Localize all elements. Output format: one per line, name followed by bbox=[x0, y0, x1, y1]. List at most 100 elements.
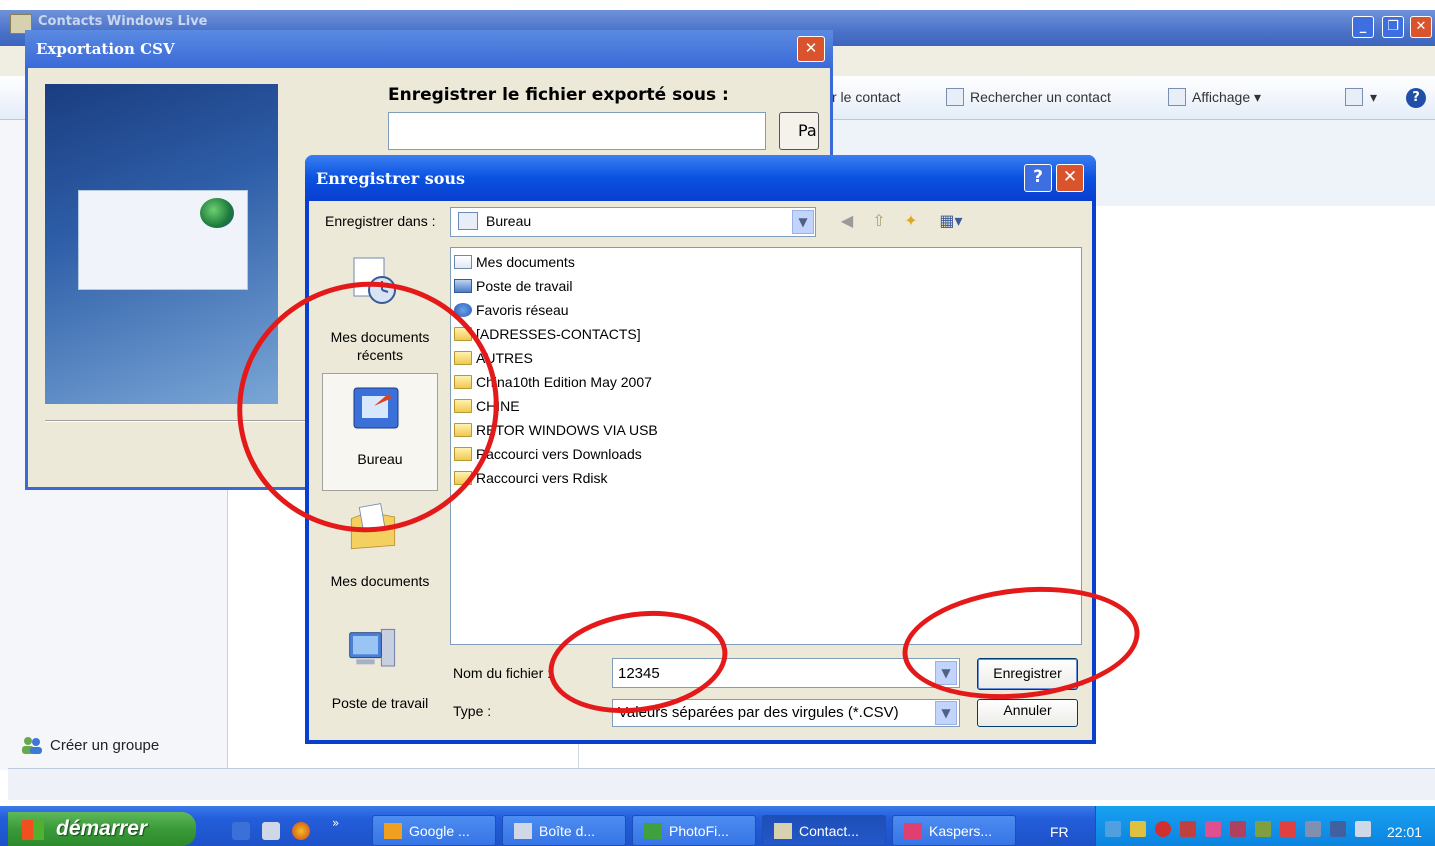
recent-documents-icon[interactable] bbox=[350, 256, 400, 306]
filename-label: Nom du fichier : bbox=[453, 665, 552, 681]
folder-icon bbox=[454, 423, 472, 437]
place-my-computer-label[interactable]: Poste de travail bbox=[322, 694, 438, 712]
folder-icon bbox=[454, 351, 472, 365]
mail-quicklaunch-icon[interactable] bbox=[262, 822, 280, 840]
chevron-down-icon[interactable]: ▼ bbox=[935, 701, 957, 725]
export-path-input[interactable] bbox=[388, 112, 766, 150]
file-list-item[interactable]: Favoris réseau bbox=[454, 298, 569, 322]
view-menu-button[interactable]: Affichage ▾ bbox=[1192, 89, 1261, 106]
view-icon bbox=[1168, 88, 1186, 106]
create-group-link[interactable]: Créer un groupe bbox=[50, 737, 159, 754]
new-folder-icon[interactable]: ✦ bbox=[900, 210, 922, 232]
save-dialog-title: Enregistrer sous bbox=[316, 169, 466, 188]
options-dropdown[interactable]: ▾ bbox=[1370, 89, 1377, 106]
speaker-tray-icon[interactable] bbox=[1130, 821, 1146, 837]
edit-contact-button[interactable]: r le contact bbox=[832, 89, 900, 105]
file-name: [ADRESSES-CONTACTS] bbox=[476, 326, 641, 342]
monitor-tray-icon[interactable] bbox=[1330, 821, 1346, 837]
file-list-item[interactable]: Mes documents bbox=[454, 250, 575, 274]
group-icon bbox=[22, 737, 42, 754]
help-icon[interactable]: ? bbox=[1406, 88, 1426, 108]
file-name: Favoris réseau bbox=[476, 302, 569, 318]
quicklaunch-more-icon[interactable]: » bbox=[332, 816, 339, 830]
filename-input[interactable]: 12345 bbox=[612, 658, 960, 688]
file-name: Poste de travail bbox=[476, 278, 573, 294]
folder-icon bbox=[454, 471, 472, 485]
folder-icon bbox=[454, 375, 472, 389]
windows-logo-icon bbox=[22, 820, 44, 840]
file-list-item[interactable]: Raccourci vers Rdisk bbox=[454, 466, 607, 490]
filetype-label: Type : bbox=[453, 703, 492, 719]
taskbar-app-icon bbox=[644, 823, 662, 839]
my-computer-icon[interactable] bbox=[348, 626, 398, 676]
back-icon[interactable]: ◀ bbox=[836, 210, 858, 232]
place-my-documents-label[interactable]: Mes documents bbox=[322, 572, 438, 590]
file-name: Raccourci vers Downloads bbox=[476, 446, 642, 462]
pc-icon bbox=[454, 279, 472, 293]
net-icon bbox=[454, 303, 472, 317]
search-contact-icon bbox=[946, 88, 964, 106]
chevron-down-icon[interactable]: ▼ bbox=[792, 210, 814, 234]
desktop-icon bbox=[458, 212, 478, 230]
file-name: RETOR WINDOWS VIA USB bbox=[476, 422, 658, 438]
save-close-button[interactable]: ✕ bbox=[1056, 164, 1084, 192]
security-tray-icon[interactable] bbox=[1180, 821, 1196, 837]
globe-icon bbox=[200, 198, 234, 228]
browser-quicklaunch-icon[interactable] bbox=[292, 822, 310, 840]
kaspersky-tray-icon[interactable] bbox=[1205, 821, 1221, 837]
view-menu-icon[interactable]: ▦▾ bbox=[934, 210, 968, 232]
save-in-label: Enregistrer dans : bbox=[325, 213, 436, 229]
antivirus-tray-icon[interactable] bbox=[1155, 821, 1171, 837]
options-icon[interactable] bbox=[1345, 88, 1363, 106]
browse-button[interactable]: Pa bbox=[779, 112, 819, 150]
messenger-tray-icon[interactable] bbox=[1355, 821, 1371, 837]
file-list-item[interactable]: China10th Edition May 2007 bbox=[454, 370, 652, 394]
file-name: CHINE bbox=[476, 398, 520, 414]
minimize-button[interactable]: _ bbox=[1352, 16, 1374, 38]
file-list-item[interactable]: Raccourci vers Downloads bbox=[454, 442, 642, 466]
display-tray-icon[interactable] bbox=[1305, 821, 1321, 837]
close-button[interactable]: ✕ bbox=[1410, 16, 1432, 38]
chevron-down-icon[interactable]: ▼ bbox=[935, 661, 957, 685]
folder-icon bbox=[454, 447, 472, 461]
app-tray-icon[interactable] bbox=[1230, 821, 1246, 837]
alert-tray-icon[interactable] bbox=[1280, 821, 1296, 837]
file-name: Mes documents bbox=[476, 254, 575, 270]
file-name: Raccourci vers Rdisk bbox=[476, 470, 608, 486]
ie-quicklaunch-icon[interactable] bbox=[232, 822, 250, 840]
file-name: AUTRES bbox=[476, 350, 533, 366]
save-button[interactable]: Enregistrer bbox=[977, 658, 1078, 690]
folder-icon bbox=[454, 399, 472, 413]
up-folder-icon[interactable]: ⇧ bbox=[868, 210, 890, 232]
file-list-item[interactable]: AUTRES bbox=[454, 346, 533, 370]
my-documents-icon[interactable] bbox=[348, 502, 398, 552]
taskbar-app-icon bbox=[384, 823, 402, 839]
place-recent-label[interactable]: Mes documents récents bbox=[322, 328, 438, 364]
clock: 22:01 bbox=[1387, 824, 1423, 840]
file-list-item[interactable]: RETOR WINDOWS VIA USB bbox=[454, 418, 658, 442]
language-indicator[interactable]: FR bbox=[1050, 824, 1069, 840]
file-list-item[interactable]: CHINE bbox=[454, 394, 520, 418]
filetype-dropdown[interactable]: Valeurs séparées par des virgules (*.CSV… bbox=[612, 699, 960, 727]
export-path-label: Enregistrer le fichier exporté sous : bbox=[388, 85, 729, 105]
update-tray-icon[interactable] bbox=[1255, 821, 1271, 837]
app-title: Contacts Windows Live bbox=[38, 14, 208, 29]
place-desktop-label[interactable]: Bureau bbox=[322, 450, 438, 468]
csv-dialog-title: Exportation CSV bbox=[36, 40, 175, 58]
file-name: China10th Edition May 2007 bbox=[476, 374, 652, 390]
cancel-button[interactable]: Annuler bbox=[977, 699, 1078, 727]
file-list-item[interactable]: Poste de travail bbox=[454, 274, 573, 298]
docs-icon bbox=[454, 255, 472, 269]
desktop-place-icon[interactable] bbox=[352, 384, 402, 434]
maximize-button[interactable]: ❐ bbox=[1382, 16, 1404, 38]
status-bar bbox=[8, 768, 1435, 800]
folder-icon bbox=[454, 327, 472, 341]
taskbar-app-icon bbox=[774, 823, 792, 839]
csv-close-button[interactable]: ✕ bbox=[797, 36, 825, 62]
help-button[interactable]: ? bbox=[1024, 164, 1052, 192]
search-contact-button[interactable]: Rechercher un contact bbox=[970, 89, 1111, 105]
save-in-value: Bureau bbox=[486, 213, 532, 229]
taskbar-app-icon bbox=[904, 823, 922, 839]
network-tray-icon[interactable] bbox=[1105, 821, 1121, 837]
file-list-item[interactable]: [ADRESSES-CONTACTS] bbox=[454, 322, 641, 346]
